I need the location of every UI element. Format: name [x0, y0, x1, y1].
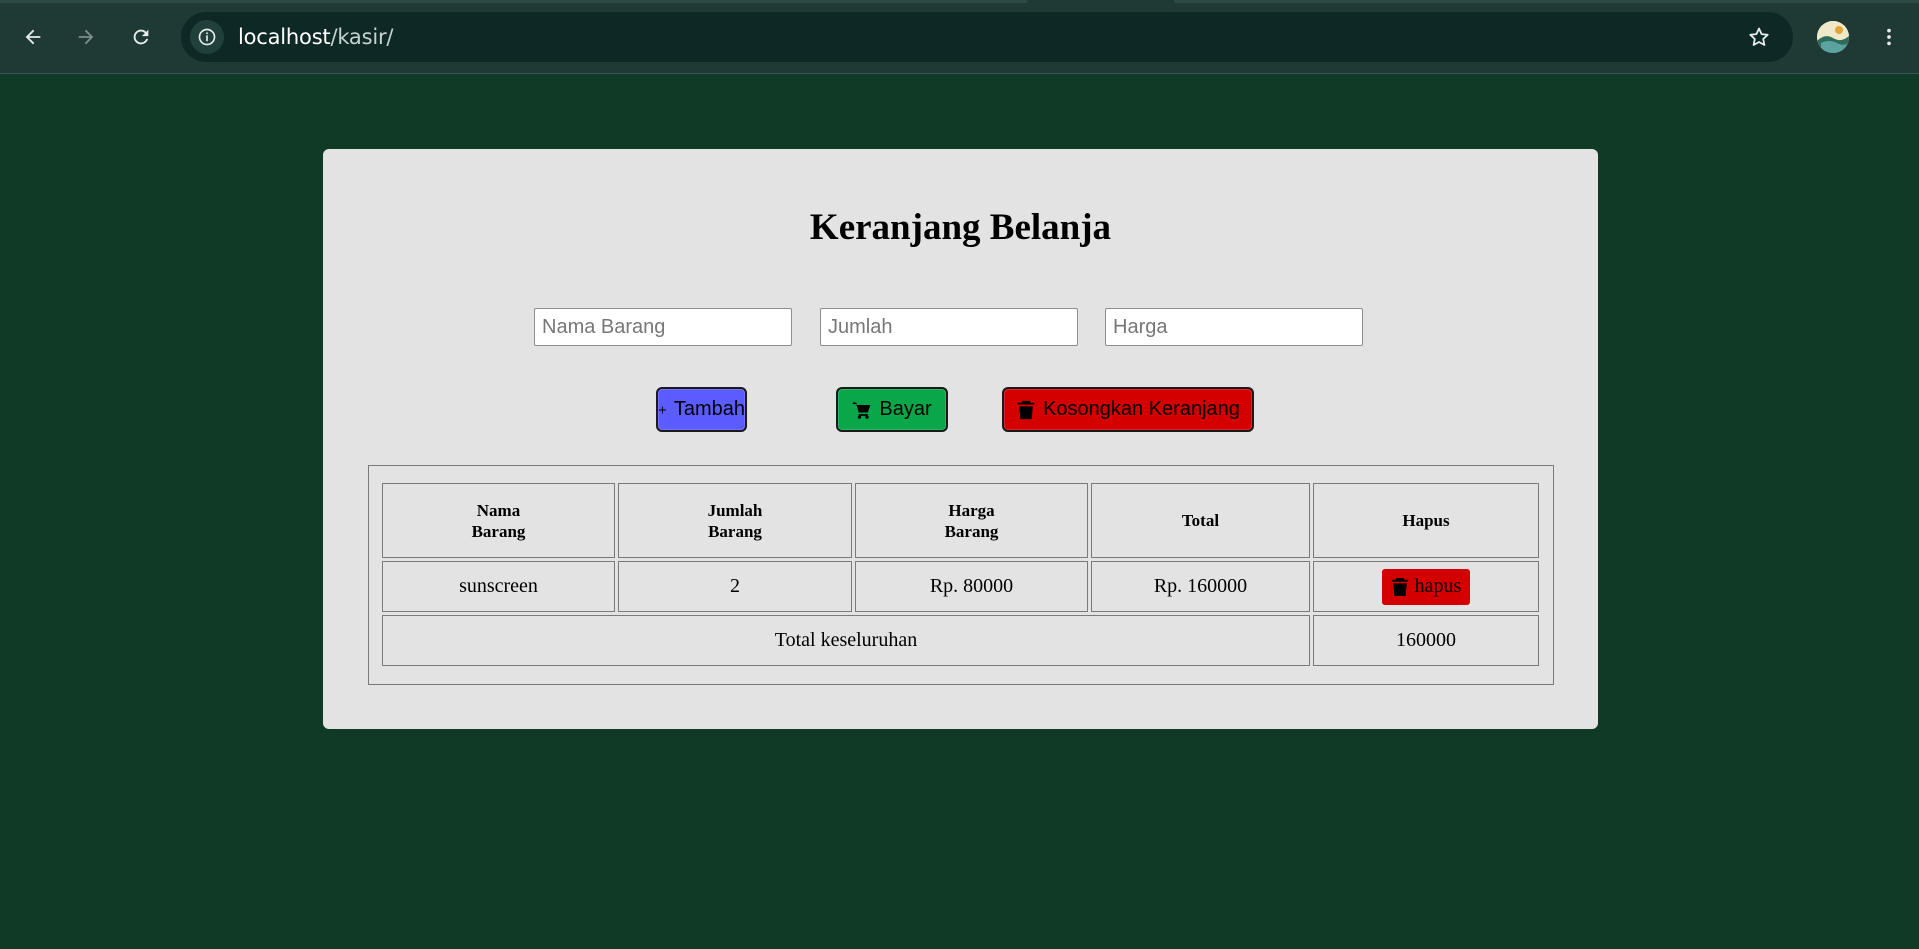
url-path: /kasir/: [330, 25, 394, 49]
header-nama-barang-text: Nama Barang: [471, 500, 526, 541]
more-vert-icon: [1887, 28, 1891, 46]
url-text: localhost/kasir/: [238, 25, 393, 49]
trash-icon: [1017, 400, 1035, 419]
page-title: Keranjang Belanja: [809, 207, 1112, 248]
header-harga-barang-text: Harga Barang: [944, 500, 999, 541]
header-jumlah-barang: Jumlah Barang: [618, 483, 852, 558]
star-icon: [1749, 27, 1769, 46]
profile-avatar[interactable]: [1817, 21, 1849, 53]
kosongkan-label: Kosongkan Keranjang: [1043, 398, 1240, 420]
header-total: Total: [1091, 483, 1310, 558]
cell-harga: Rp. 80000: [855, 561, 1088, 612]
arrow-left-icon: [25, 29, 41, 45]
cart-table-container: Nama Barang Jumlah Barang Harga Barang T…: [368, 465, 1554, 685]
tab-strip-edge: [1174, 0, 1919, 3]
browser-menu-button[interactable]: [1872, 20, 1906, 54]
header-total-text: Total: [1181, 511, 1220, 530]
hapus-button[interactable]: hapus: [1381, 568, 1471, 605]
header-hapus-text: Hapus: [1402, 511, 1450, 530]
forward-button[interactable]: [69, 20, 103, 54]
reload-icon: [133, 29, 149, 45]
avatar-image: [1817, 21, 1849, 53]
cell-hapus: hapus: [1313, 561, 1539, 612]
tambah-button[interactable]: Tambah: [656, 387, 747, 432]
tab-strip-edge: [0, 0, 1027, 3]
plus-icon: [658, 405, 666, 414]
bayar-label: Bayar: [879, 398, 932, 420]
cart-icon: [853, 402, 871, 419]
header-hapus: Hapus: [1313, 483, 1539, 558]
address-bar[interactable]: localhost/kasir/: [181, 12, 1793, 62]
bookmark-button[interactable]: [1745, 23, 1773, 51]
arrow-right-icon: [78, 29, 94, 45]
jumlah-input[interactable]: [820, 308, 1078, 346]
hapus-label: hapus: [1414, 575, 1462, 597]
info-icon: [198, 28, 216, 46]
harga-input[interactable]: [1105, 308, 1363, 346]
total-keseluruhan-label: Total keseluruhan: [382, 615, 1310, 666]
total-keseluruhan-value: 160000: [1313, 615, 1539, 666]
cart-card: Keranjang Belanja Tambah Bayar Kosongkan…: [323, 149, 1598, 729]
kosongkan-keranjang-button[interactable]: Kosongkan Keranjang: [1002, 387, 1254, 432]
table-header-row: Nama Barang Jumlah Barang Harga Barang T…: [382, 483, 1539, 558]
tambah-label: Tambah: [673, 398, 745, 420]
header-harga-barang: Harga Barang: [855, 483, 1088, 558]
header-nama-barang: Nama Barang: [382, 483, 615, 558]
cart-table: Nama Barang Jumlah Barang Harga Barang T…: [379, 480, 1542, 669]
site-info-button[interactable]: [190, 20, 224, 54]
back-button[interactable]: [16, 20, 50, 54]
nama-barang-input[interactable]: [534, 308, 792, 346]
browser-toolbar: localhost/kasir/: [0, 0, 1919, 74]
cell-total: Rp. 160000: [1091, 561, 1310, 612]
header-jumlah-barang-text: Jumlah Barang: [707, 500, 763, 541]
reload-button[interactable]: [124, 20, 158, 54]
trash-icon: [1391, 577, 1408, 596]
cell-jumlah: 2: [618, 561, 852, 612]
table-row: sunscreen 2 Rp. 80000 Rp. 160000 hapus: [382, 561, 1539, 612]
table-footer-row: Total keseluruhan 160000: [382, 615, 1539, 666]
bayar-button[interactable]: Bayar: [836, 387, 948, 432]
cell-nama: sunscreen: [382, 561, 615, 612]
url-host: localhost: [238, 25, 331, 49]
